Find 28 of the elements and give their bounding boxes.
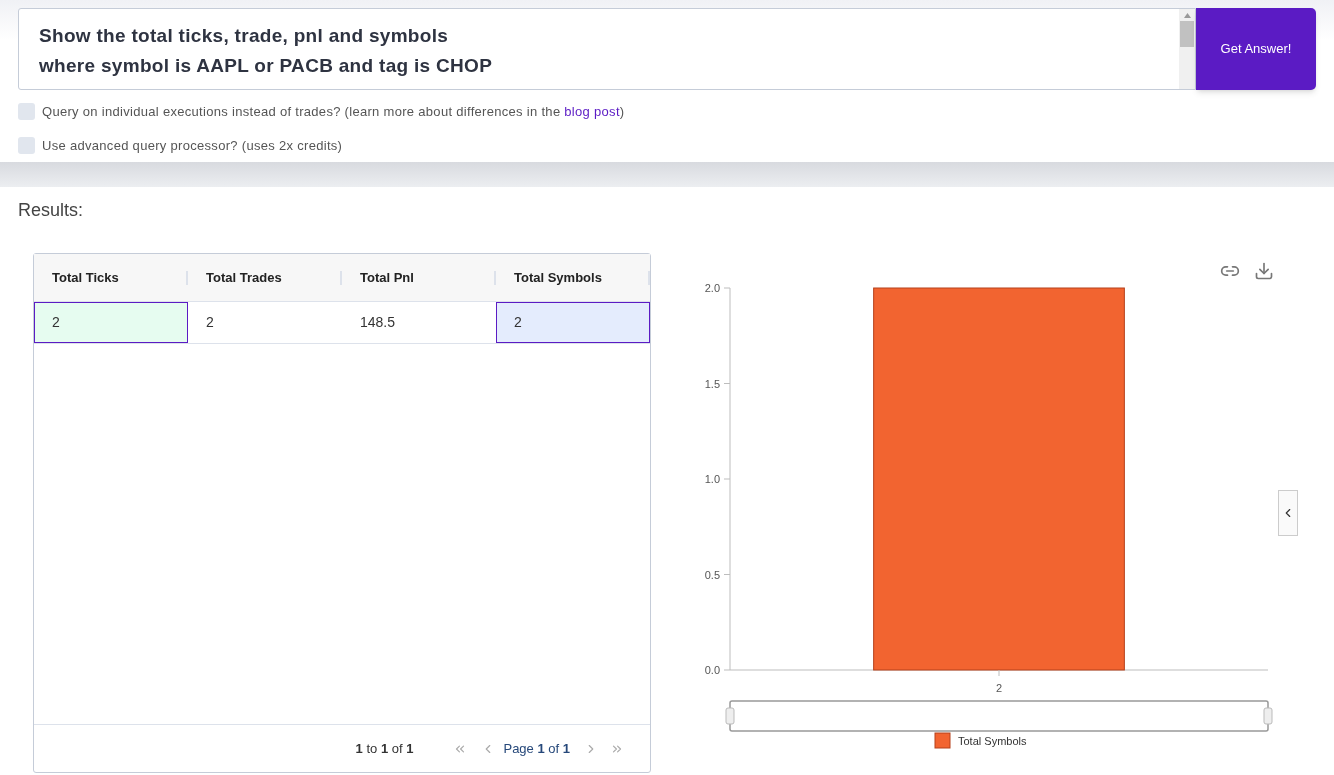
download-icon[interactable] (1254, 261, 1274, 281)
y-tick-label: 1.5 (704, 377, 720, 390)
table-cell[interactable]: 2 (34, 302, 188, 343)
checkbox[interactable] (18, 136, 35, 154)
y-tick-label: 1.0 (704, 473, 720, 485)
y-tick-label: 0.5 (704, 568, 720, 581)
page-indicator: Page 1 of 1 (503, 739, 570, 758)
get-answer-button[interactable]: Get Answer! (1196, 8, 1316, 90)
option-label: Use advanced query processor? (uses 2x credits) (42, 136, 343, 155)
column-header[interactable]: Total Pnl (360, 267, 414, 288)
y-tick-label: 0.0 (704, 664, 720, 676)
column-header[interactable]: Total Ticks (52, 267, 119, 288)
legend-label: Total Symbols (958, 735, 1027, 747)
column-header[interactable]: Total Symbols (514, 267, 602, 288)
table-cell[interactable]: 2 (496, 302, 650, 343)
option-label: Query on individual executions instead of trades? (learn more about differences in the blog post) (42, 103, 625, 121)
results-heading: Results: (17, 199, 85, 222)
range-slider[interactable] (725, 700, 1273, 732)
x-tick-label: 2 (995, 682, 1003, 694)
y-tick-label: 2.0 (704, 282, 720, 294)
checkbox[interactable] (18, 103, 35, 121)
row-count: 1 to 1 of 1 (355, 739, 414, 758)
blog-post-link[interactable]: blog post (564, 104, 620, 119)
table-cell[interactable]: 148.5 (342, 302, 496, 343)
column-header[interactable]: Total Trades (206, 267, 282, 288)
table-cell[interactable]: 2 (188, 302, 342, 343)
legend-swatch (934, 732, 951, 749)
collapse-panel-button[interactable] (1278, 490, 1298, 536)
